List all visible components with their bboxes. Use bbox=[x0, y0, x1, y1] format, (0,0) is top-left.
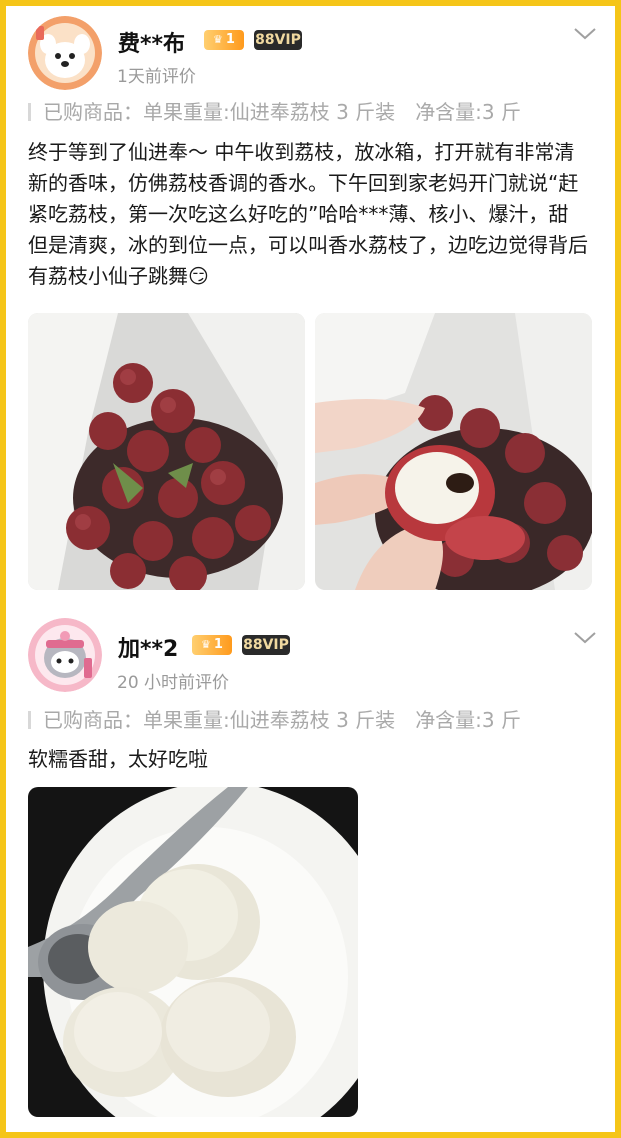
review-card: 加**2 ♛ 1 88VIP 20 小时前评价 已购商品：单果重量:仙进奉荔枝 3… bbox=[6, 606, 615, 1132]
purchased-item: 已购商品：单果重量:仙进奉荔枝 3 斤装 净含量:3 斤 bbox=[28, 96, 521, 125]
peeled-lychee-image bbox=[315, 313, 592, 590]
review-time: 1天前评价 bbox=[117, 67, 196, 87]
level-badge: ♛ 1 bbox=[192, 635, 232, 655]
chevron-down-icon[interactable] bbox=[572, 26, 598, 42]
level-badge: ♛ 1 bbox=[204, 30, 244, 50]
review-card: 费**布 ♛ 1 88VIP 1天前评价 已购商品：单果重量:仙进奉荔枝 3 斤装… bbox=[6, 6, 615, 606]
divider bbox=[28, 711, 31, 729]
review-text: 软糯香甜，太好吃啦 bbox=[28, 747, 208, 771]
vip-badge: 88VIP bbox=[242, 635, 290, 655]
chevron-down-icon[interactable] bbox=[572, 630, 598, 646]
review-text: 终于等到了仙进奉～ 中午收到荔枝，放冰箱，打开就有非常清新的香味，仿佛荔枝香调的… bbox=[28, 140, 588, 288]
username[interactable]: 加**2 bbox=[118, 631, 178, 663]
crown-icon: ♛ bbox=[213, 33, 223, 46]
review-list: 费**布 ♛ 1 88VIP 1天前评价 已购商品：单果重量:仙进奉荔枝 3 斤装… bbox=[6, 6, 615, 1132]
review-photo[interactable] bbox=[28, 787, 358, 1117]
avatar[interactable] bbox=[28, 16, 102, 90]
review-photo[interactable] bbox=[315, 313, 592, 590]
avatar[interactable] bbox=[28, 618, 102, 692]
vip-badge: 88VIP bbox=[254, 30, 302, 50]
review-photo[interactable] bbox=[28, 313, 305, 590]
divider bbox=[28, 103, 31, 121]
purchased-item: 已购商品：单果重量:仙进奉荔枝 3 斤装 净含量:3 斤 bbox=[28, 704, 521, 733]
character-avatar-icon bbox=[28, 618, 102, 692]
peeled-lychee-bowl-image bbox=[28, 787, 358, 1117]
username[interactable]: 费**布 bbox=[118, 26, 185, 58]
crown-icon: ♛ bbox=[201, 638, 211, 651]
lychee-bag-image bbox=[28, 313, 305, 590]
dog-avatar-icon bbox=[28, 16, 102, 90]
review-time: 20 小时前评价 bbox=[117, 673, 230, 693]
